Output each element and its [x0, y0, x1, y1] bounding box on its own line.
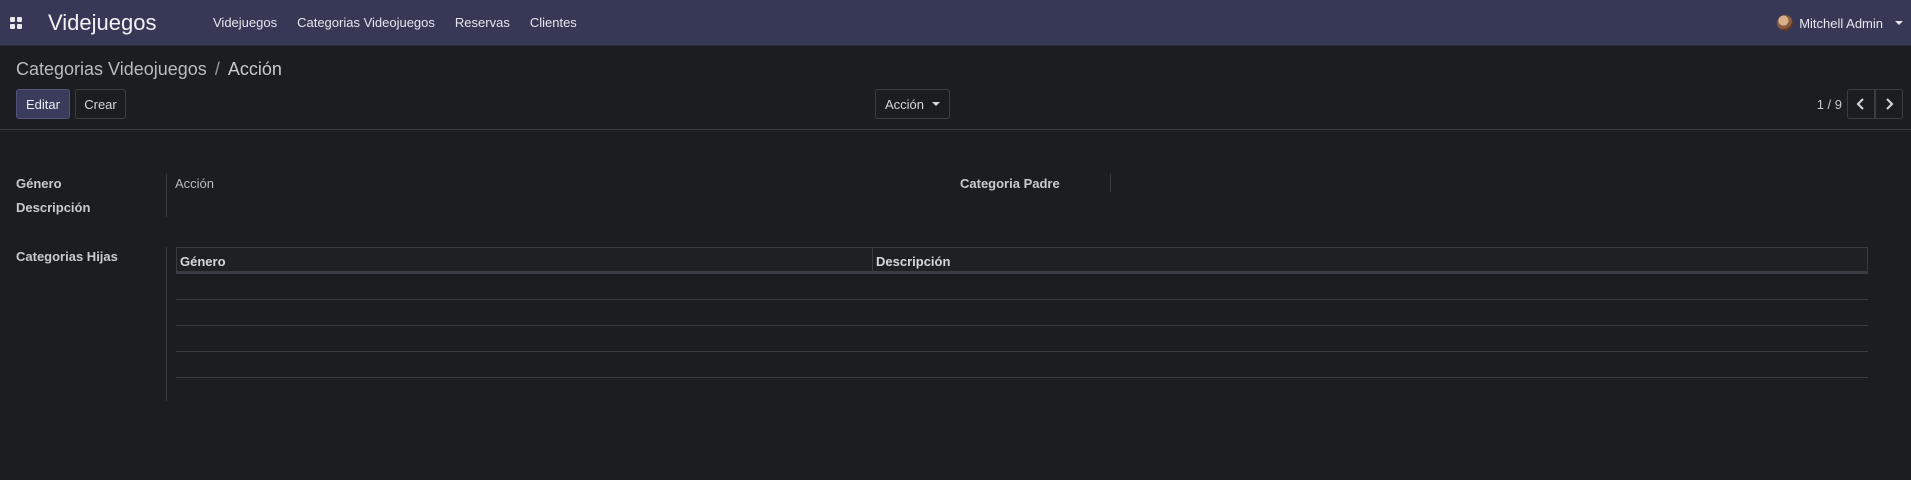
menu-item-categorias-videojuegos[interactable]: Categorias Videojuegos: [287, 0, 445, 46]
create-button[interactable]: Crear: [75, 89, 126, 119]
user-menu[interactable]: Mitchell Admin: [1777, 0, 1903, 46]
field-separator: [1110, 174, 1111, 192]
action-dropdown-button[interactable]: Acción: [875, 89, 950, 119]
main-menu: Videjuegos Categorias Videojuegos Reserv…: [203, 0, 587, 46]
breadcrumb-parent[interactable]: Categorias Videojuegos: [16, 59, 207, 80]
column-divider: [872, 248, 873, 272]
action-dropdown-label: Acción: [884, 96, 925, 112]
genre-value[interactable]: Acción: [175, 176, 214, 191]
control-panel-divider: [0, 129, 1911, 130]
table-row: [176, 274, 1868, 300]
description-label: Descripción: [16, 200, 91, 215]
pager-previous-button[interactable]: [1847, 89, 1875, 119]
apps-menu-icon[interactable]: [10, 17, 22, 29]
pager-next-button[interactable]: [1875, 89, 1903, 119]
chevron-right-icon: [1886, 98, 1894, 110]
breadcrumb-current: Acción: [227, 59, 282, 79]
table-row: [176, 326, 1868, 352]
table-header: Género Descripción: [176, 247, 1868, 274]
table-row: [176, 352, 1868, 378]
breadcrumb: Categorias Videojuegos / Acción: [16, 59, 282, 80]
child-categories-label: Categorias Hijas: [16, 249, 118, 264]
pager-value[interactable]: 1 / 9: [1817, 97, 1842, 112]
breadcrumb-separator: /: [214, 59, 220, 79]
column-header-genre[interactable]: Género: [180, 254, 226, 269]
avatar: [1777, 15, 1794, 31]
table-row: [176, 300, 1868, 326]
chevron-left-icon: [1856, 98, 1864, 110]
chevron-down-icon: [932, 102, 941, 106]
column-header-description[interactable]: Descripción: [876, 254, 950, 269]
genre-label: Género: [16, 176, 62, 191]
chevron-down-icon: [1895, 21, 1903, 25]
menu-item-reservas[interactable]: Reservas: [445, 0, 520, 46]
app-brand[interactable]: Videjuegos: [48, 10, 156, 36]
user-name: Mitchell Admin: [1799, 15, 1883, 31]
edit-button[interactable]: Editar: [16, 89, 70, 119]
parent-category-label: Categoria Padre: [960, 176, 1060, 191]
field-separator: [166, 174, 167, 217]
menu-item-clientes[interactable]: Clientes: [520, 0, 587, 46]
field-separator: [166, 247, 167, 401]
child-categories-table: Género Descripción: [176, 247, 1868, 378]
menu-item-videjuegos[interactable]: Videjuegos: [203, 0, 287, 46]
top-navbar: Videjuegos Videjuegos Categorias Videoju…: [0, 0, 1911, 46]
